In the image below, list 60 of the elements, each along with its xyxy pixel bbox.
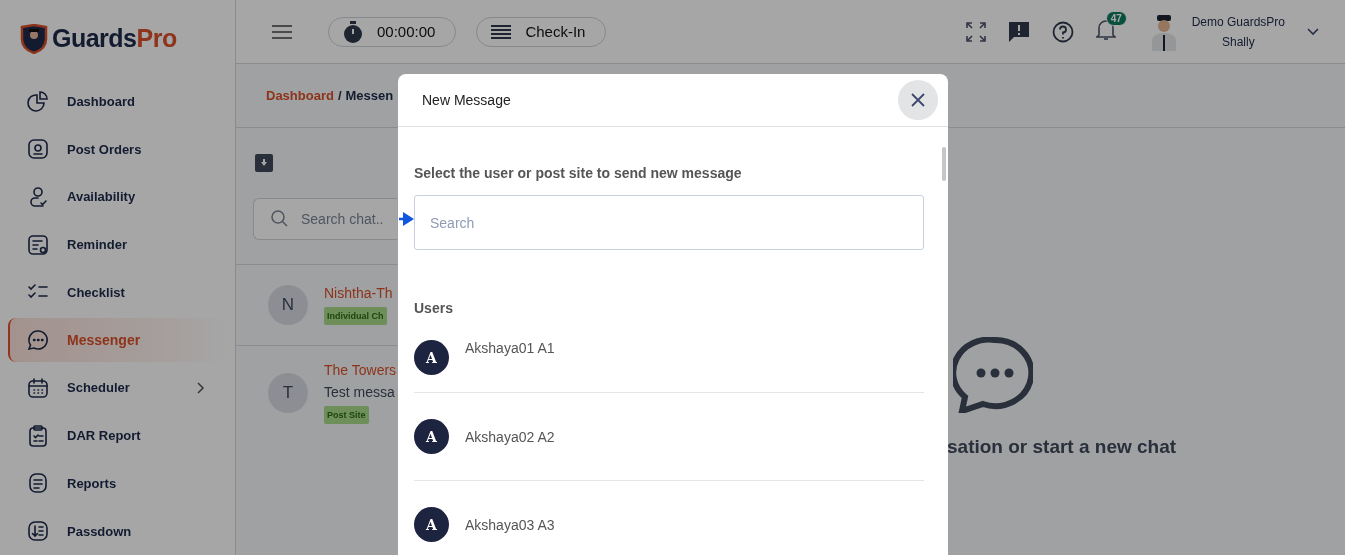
calendar-icon [26, 375, 50, 400]
sidebar-item[interactable]: Scheduler [8, 366, 227, 410]
sidebar-item[interactable]: Post Orders [8, 127, 227, 172]
pointer-arrow [399, 212, 414, 226]
user-name: Demo GuardsPro [1191, 14, 1285, 29]
chat-preview: Test messa [324, 384, 395, 400]
section-heading: Users [414, 300, 454, 316]
user-avatar: A [414, 507, 449, 542]
user-item[interactable]: A Akshaya02 A2 [414, 392, 924, 480]
chat-icon [26, 328, 50, 353]
list-icon [491, 23, 512, 40]
sidebar-item[interactable]: Passdown [8, 509, 227, 554]
stopwatch-icon [343, 20, 363, 43]
search-icon [271, 210, 288, 227]
guard-avatar-icon [1149, 12, 1178, 51]
menu-icon[interactable] [272, 24, 292, 39]
notification-count: 47 [1105, 10, 1127, 26]
logo-text: GuardsPro [52, 24, 177, 54]
empty-state-text: sation or start a new chat [947, 436, 1177, 458]
user-avatar: A [414, 419, 449, 454]
fullscreen-icon[interactable] [965, 21, 986, 42]
user-role: Shally [1221, 34, 1255, 49]
sidebar-item[interactable]: Availability [8, 175, 227, 219]
chat-name: The Towers [324, 362, 397, 378]
sidebar-item[interactable]: Dashboard [8, 79, 227, 124]
chat-name: Nishtha-Th [324, 285, 393, 301]
chat-search-field[interactable]: Search chat.. [253, 198, 397, 240]
sort-icon [26, 519, 50, 544]
chat-tag: Individual Ch [324, 307, 387, 325]
breadcrumb-current: Messen [345, 88, 394, 103]
shield-logo-icon [20, 23, 48, 54]
chat-avatar: N [268, 285, 308, 325]
sidebar-item[interactable]: Reminder [8, 222, 227, 267]
chat-avatar: T [268, 373, 308, 413]
chat-tag: Post Site [324, 406, 369, 424]
chat-bubble-icon [953, 337, 1033, 413]
dialog-title: New Message [422, 92, 511, 108]
chevron-down-icon[interactable] [1307, 27, 1319, 36]
help-icon[interactable] [1051, 20, 1074, 43]
sidebar-item[interactable]: Checklist [8, 270, 227, 315]
pin-icon [26, 137, 50, 162]
doc-icon [26, 471, 50, 496]
chat-item[interactable]: N Nishtha-Th Individual Ch [236, 264, 397, 345]
list-icon [26, 232, 50, 257]
breadcrumb-separator: / [337, 88, 342, 103]
sidebar-item[interactable]: DAR Report [8, 413, 227, 458]
clipboard-icon [26, 423, 50, 448]
user-search-field[interactable]: Search [414, 195, 924, 250]
user-avatar: A [414, 340, 449, 375]
feedback-icon[interactable] [1007, 20, 1030, 43]
close-icon [911, 93, 925, 107]
sidebar-item[interactable]: Reports [8, 461, 227, 506]
user-item[interactable]: A Akshaya01 A1 [414, 328, 924, 392]
archive-icon[interactable] [255, 154, 273, 172]
close-button[interactable] [898, 80, 938, 120]
scrollbar-thumb[interactable] [942, 147, 946, 181]
pie-icon [26, 89, 50, 114]
chat-item[interactable]: T The Towers Test messa Post Site [236, 345, 397, 442]
dialog-prompt: Select the user or post site to send new message [414, 165, 743, 181]
user-item[interactable]: A Akshaya03 A3 [414, 480, 924, 555]
